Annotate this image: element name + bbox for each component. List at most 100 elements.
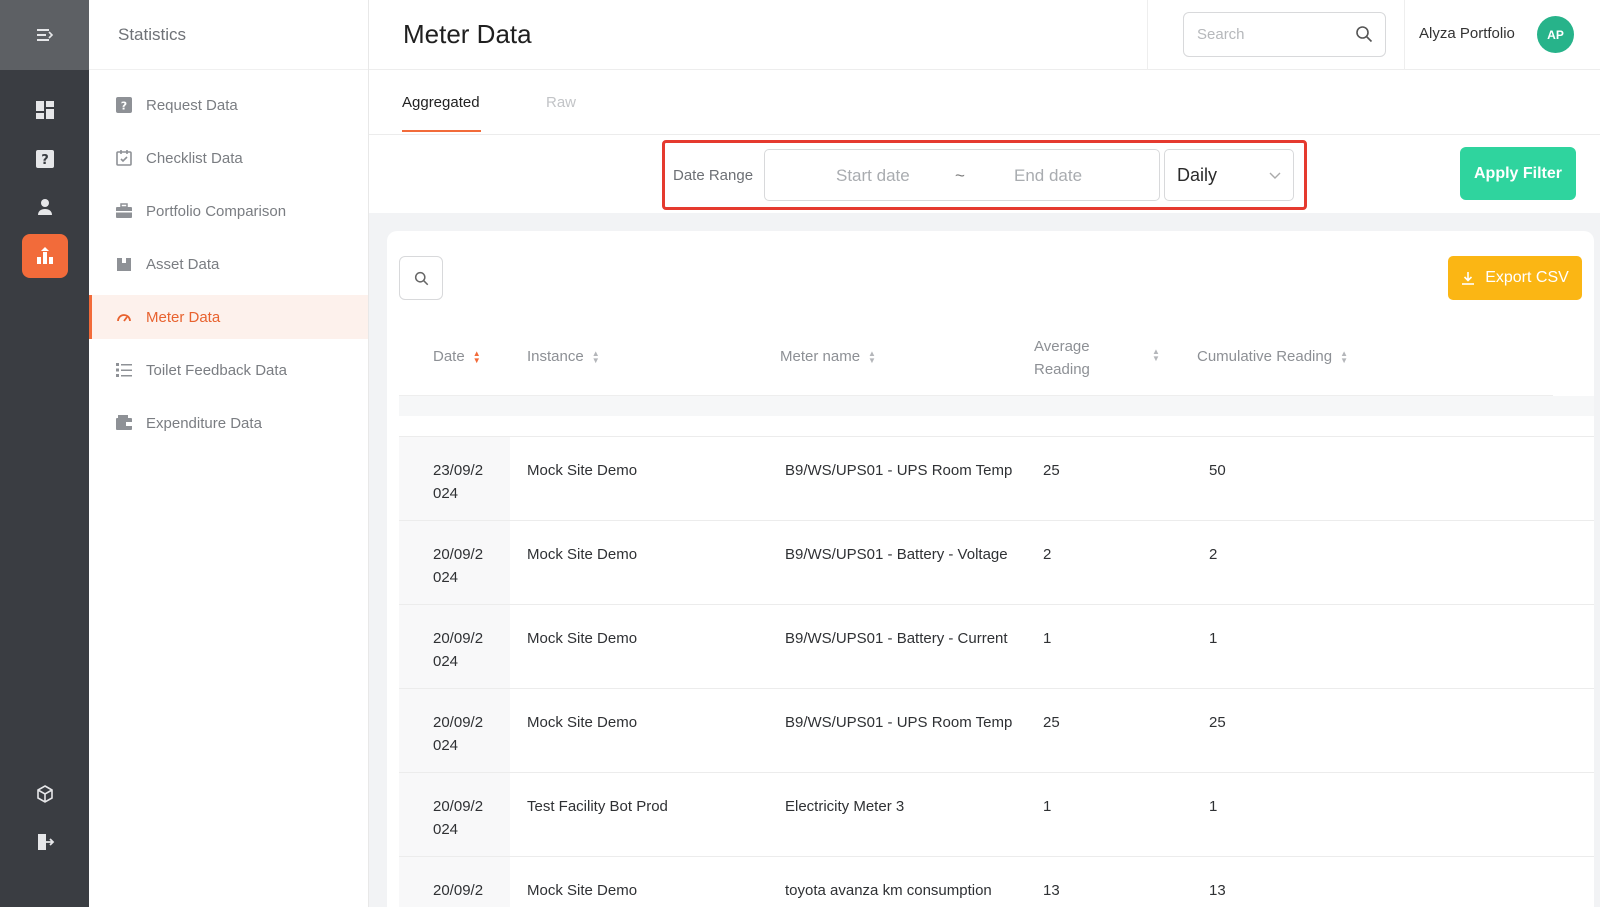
briefcase-icon — [116, 203, 132, 219]
instance-cell: Mock Site Demo — [527, 882, 638, 899]
nav-item-label: Asset Data — [146, 255, 220, 273]
apply-filter-button[interactable]: Apply Filter — [1460, 147, 1576, 200]
nav-item-label: Portfolio Comparison — [146, 202, 287, 220]
date-cell: 20/09/2 024 — [399, 689, 510, 772]
avatar[interactable]: AP — [1537, 16, 1574, 53]
column-header-date[interactable]: Date ▲ ▼ — [433, 348, 481, 365]
period-value: Daily — [1177, 164, 1218, 185]
tab-aggregated[interactable]: Aggregated — [402, 94, 481, 132]
header-divider — [1404, 0, 1405, 70]
average-reading-sorter[interactable]: ▲ ▼ — [1144, 348, 1160, 363]
date-part: 20/09/2 — [433, 798, 484, 815]
nav-item-asset-data[interactable]: Asset Data — [89, 242, 368, 286]
sort-icon[interactable]: ▲ ▼ — [868, 349, 876, 364]
rail-assets[interactable] — [22, 772, 68, 816]
nav-item-label: Checklist Data — [146, 149, 243, 167]
rail-users[interactable] — [22, 185, 68, 229]
nav-item-portfolio-comparison[interactable]: Portfolio Comparison — [89, 189, 368, 233]
date-cell: 20/09/2 024 — [399, 773, 510, 856]
table-row[interactable]: 20/09/2 024 Mock Site Demo B9/WS/UPS01 - … — [399, 688, 1594, 772]
list-icon — [116, 362, 132, 378]
date-range-picker[interactable]: Start date ~ End date — [764, 149, 1160, 201]
table-row[interactable]: 20/09/2 024 Test Facility Bot Prod Electr… — [399, 772, 1594, 856]
global-search-input[interactable]: Search — [1183, 12, 1386, 57]
cube-icon — [37, 785, 53, 803]
date-part: 20/09/2 — [433, 630, 484, 647]
column-header-instance[interactable]: Instance ▲ ▼ — [527, 348, 600, 365]
top-header: Meter Data Search Alyza Portfolio AP — [369, 0, 1600, 70]
column-header-meter-name[interactable]: Meter name ▲ ▼ — [780, 348, 876, 365]
nav-item-label: Meter Data — [146, 308, 221, 326]
table-row[interactable]: 20/09/2 024 Mock Site Demo B9/WS/UPS01 - … — [399, 604, 1594, 688]
date-part: 20/09/2 — [433, 882, 484, 899]
sort-icon[interactable]: ▲ ▼ — [1152, 348, 1160, 363]
rail-statistics[interactable] — [22, 234, 68, 278]
period-select[interactable]: Daily — [1164, 149, 1294, 201]
table-body: 23/09/2 024 Mock Site Demo B9/WS/UPS01 - … — [399, 436, 1594, 907]
nav-item-label: Toilet Feedback Data — [146, 361, 287, 379]
column-header-average-reading[interactable]: Average Reading — [1034, 335, 1090, 381]
table-row[interactable]: 23/09/2 024 Mock Site Demo B9/WS/UPS01 - … — [399, 436, 1594, 520]
wallet-icon — [116, 415, 132, 431]
cumulative-reading-cell: 2 — [1209, 546, 1218, 563]
export-csv-button[interactable]: Export CSV — [1448, 256, 1582, 300]
subnav-title: Statistics — [89, 0, 368, 70]
date-cell: 23/09/2 024 — [399, 437, 510, 520]
date-part: 23/09/2 — [433, 462, 484, 479]
header-divider — [1147, 0, 1148, 70]
svg-text:?: ? — [121, 100, 127, 113]
nav-item-request-data[interactable]: ? Request Data — [89, 83, 368, 127]
tab-raw[interactable]: Raw — [546, 94, 576, 111]
search-icon[interactable] — [1355, 25, 1373, 47]
nav-item-expenditure-data[interactable]: Expenditure Data — [89, 401, 368, 445]
date-part: 024 — [433, 737, 459, 754]
start-date-input[interactable]: Start date — [836, 166, 910, 186]
cumulative-reading-cell: 13 — [1209, 882, 1226, 899]
column-label: Average — [1034, 338, 1090, 355]
filter-bar: Date Range Start date ~ End date Daily A… — [369, 135, 1600, 213]
end-date-input[interactable]: End date — [1014, 166, 1082, 186]
table-spacer — [399, 396, 1594, 416]
instance-cell: Mock Site Demo — [527, 714, 638, 731]
statistics-subnav: Statistics ? Request Data Checklist Data… — [89, 0, 369, 907]
table-header: Date ▲ ▼ Instance ▲ ▼ Meter name ▲ ▼ Averag… — [399, 318, 1553, 396]
sort-icon[interactable]: ▲ ▼ — [473, 349, 481, 364]
meter-name-cell: toyota avanza km consumption — [785, 882, 992, 899]
rail-requests[interactable]: ? — [22, 137, 68, 181]
column-label: Reading — [1034, 361, 1090, 378]
svg-text:?: ? — [41, 153, 49, 168]
icon-rail: ? — [0, 0, 89, 907]
cumulative-reading-cell: 1 — [1209, 798, 1218, 815]
date-separator: ~ — [955, 166, 965, 185]
table-search-button[interactable] — [399, 256, 443, 300]
statistics-icon — [37, 247, 53, 264]
search-icon — [414, 271, 428, 285]
meter-name-cell: B9/WS/UPS01 - UPS Room Temp — [785, 462, 1013, 479]
sort-icon[interactable]: ▲ ▼ — [1340, 349, 1348, 364]
help-square-icon: ? — [116, 97, 132, 113]
rail-logout[interactable] — [22, 820, 68, 864]
rail-dashboard[interactable] — [22, 88, 68, 132]
average-reading-cell: 1 — [1043, 798, 1052, 815]
box-icon — [116, 256, 132, 272]
table-row[interactable]: 20/09/2 024 Mock Site Demo toyota avanza … — [399, 856, 1594, 907]
date-part: 20/09/2 — [433, 714, 484, 731]
date-range-label: Date Range — [673, 167, 754, 184]
date-cell: 20/09/2 024 — [399, 605, 510, 688]
meter-name-cell: B9/WS/UPS01 - Battery - Voltage — [785, 546, 1008, 563]
column-header-cumulative-reading[interactable]: Cumulative Reading ▲ ▼ — [1197, 348, 1348, 365]
nav-item-meter-data[interactable]: Meter Data — [89, 295, 368, 339]
sort-icon[interactable]: ▲ ▼ — [592, 349, 600, 364]
table-row[interactable]: 20/09/2 024 Mock Site Demo B9/WS/UPS01 - … — [399, 520, 1594, 604]
date-part: 024 — [433, 569, 459, 586]
instance-cell: Mock Site Demo — [527, 546, 638, 563]
user-name[interactable]: Alyza Portfolio — [1419, 25, 1515, 42]
menu-toggle[interactable] — [0, 0, 89, 70]
nav-item-toilet-feedback-data[interactable]: Toilet Feedback Data — [89, 348, 368, 392]
search-placeholder: Search — [1197, 26, 1245, 43]
nav-item-checklist-data[interactable]: Checklist Data — [89, 136, 368, 180]
dashboard-icon — [36, 101, 54, 119]
date-cell: 20/09/2 024 — [399, 857, 510, 907]
average-reading-cell: 25 — [1043, 462, 1060, 479]
user-icon — [38, 199, 52, 215]
